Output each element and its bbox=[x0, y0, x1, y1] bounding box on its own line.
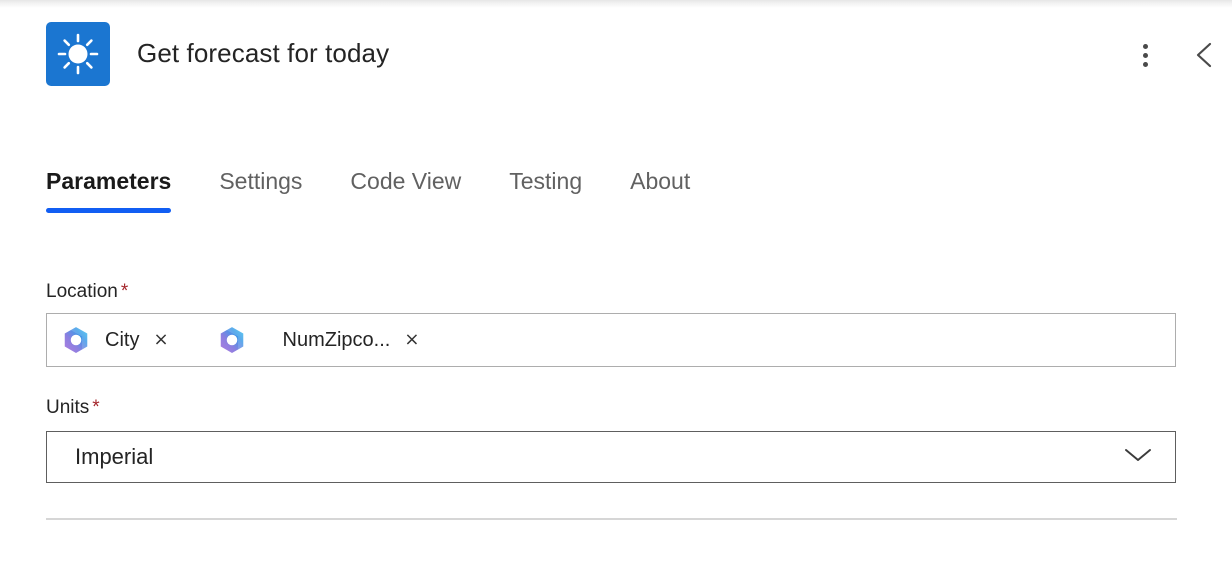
location-label: Location * bbox=[46, 281, 128, 303]
chevron-left-icon[interactable] bbox=[1186, 36, 1224, 74]
location-chip-city[interactable]: City × bbox=[61, 320, 169, 360]
top-edge-shadow bbox=[0, 0, 1232, 8]
page-title: Get forecast for today bbox=[137, 38, 390, 68]
units-label: Units * bbox=[46, 397, 100, 419]
units-label-text: Units bbox=[46, 397, 90, 418]
tab-testing-label: Testing bbox=[509, 168, 583, 194]
units-required-marker: * bbox=[92, 397, 100, 418]
location-chip-numzipcode[interactable]: NumZipco... × bbox=[217, 320, 419, 360]
kebab-dot bbox=[1142, 43, 1148, 49]
chevron-down-icon[interactable] bbox=[1123, 446, 1153, 469]
tab-code-view-label: Code View bbox=[350, 168, 462, 194]
units-selected-value: Imperial bbox=[75, 444, 154, 469]
kebab-dot bbox=[1142, 61, 1148, 67]
location-chip-label: NumZipco... bbox=[282, 328, 391, 351]
location-required-marker: * bbox=[120, 281, 129, 302]
tab-bar: Parameters Settings Code View Testing Ab… bbox=[46, 168, 690, 230]
tab-code-view[interactable]: Code View bbox=[350, 168, 461, 213]
section-divider bbox=[46, 518, 1177, 520]
location-chip-label: City bbox=[105, 328, 140, 351]
kebab-menu-icon[interactable] bbox=[1128, 38, 1162, 72]
kebab-dot bbox=[1142, 52, 1148, 58]
tab-parameters[interactable]: Parameters bbox=[46, 168, 172, 213]
close-icon[interactable]: × bbox=[404, 331, 419, 349]
units-dropdown[interactable]: Imperial bbox=[46, 431, 1176, 483]
tab-parameters-label: Parameters bbox=[46, 168, 172, 194]
location-label-text: Location bbox=[46, 281, 118, 302]
copilot-hex-icon bbox=[217, 325, 247, 355]
copilot-hex-icon bbox=[61, 325, 91, 355]
header: Get forecast for today bbox=[0, 22, 1232, 88]
close-icon[interactable]: × bbox=[153, 331, 168, 349]
tab-about-label: About bbox=[630, 168, 691, 194]
tab-testing[interactable]: Testing bbox=[509, 168, 582, 213]
location-input[interactable]: City × NumZipco... × bbox=[46, 313, 1176, 367]
tab-settings-label: Settings bbox=[219, 168, 303, 194]
tab-settings[interactable]: Settings bbox=[219, 168, 302, 213]
sun-icon bbox=[46, 22, 110, 86]
tab-about[interactable]: About bbox=[630, 168, 690, 213]
